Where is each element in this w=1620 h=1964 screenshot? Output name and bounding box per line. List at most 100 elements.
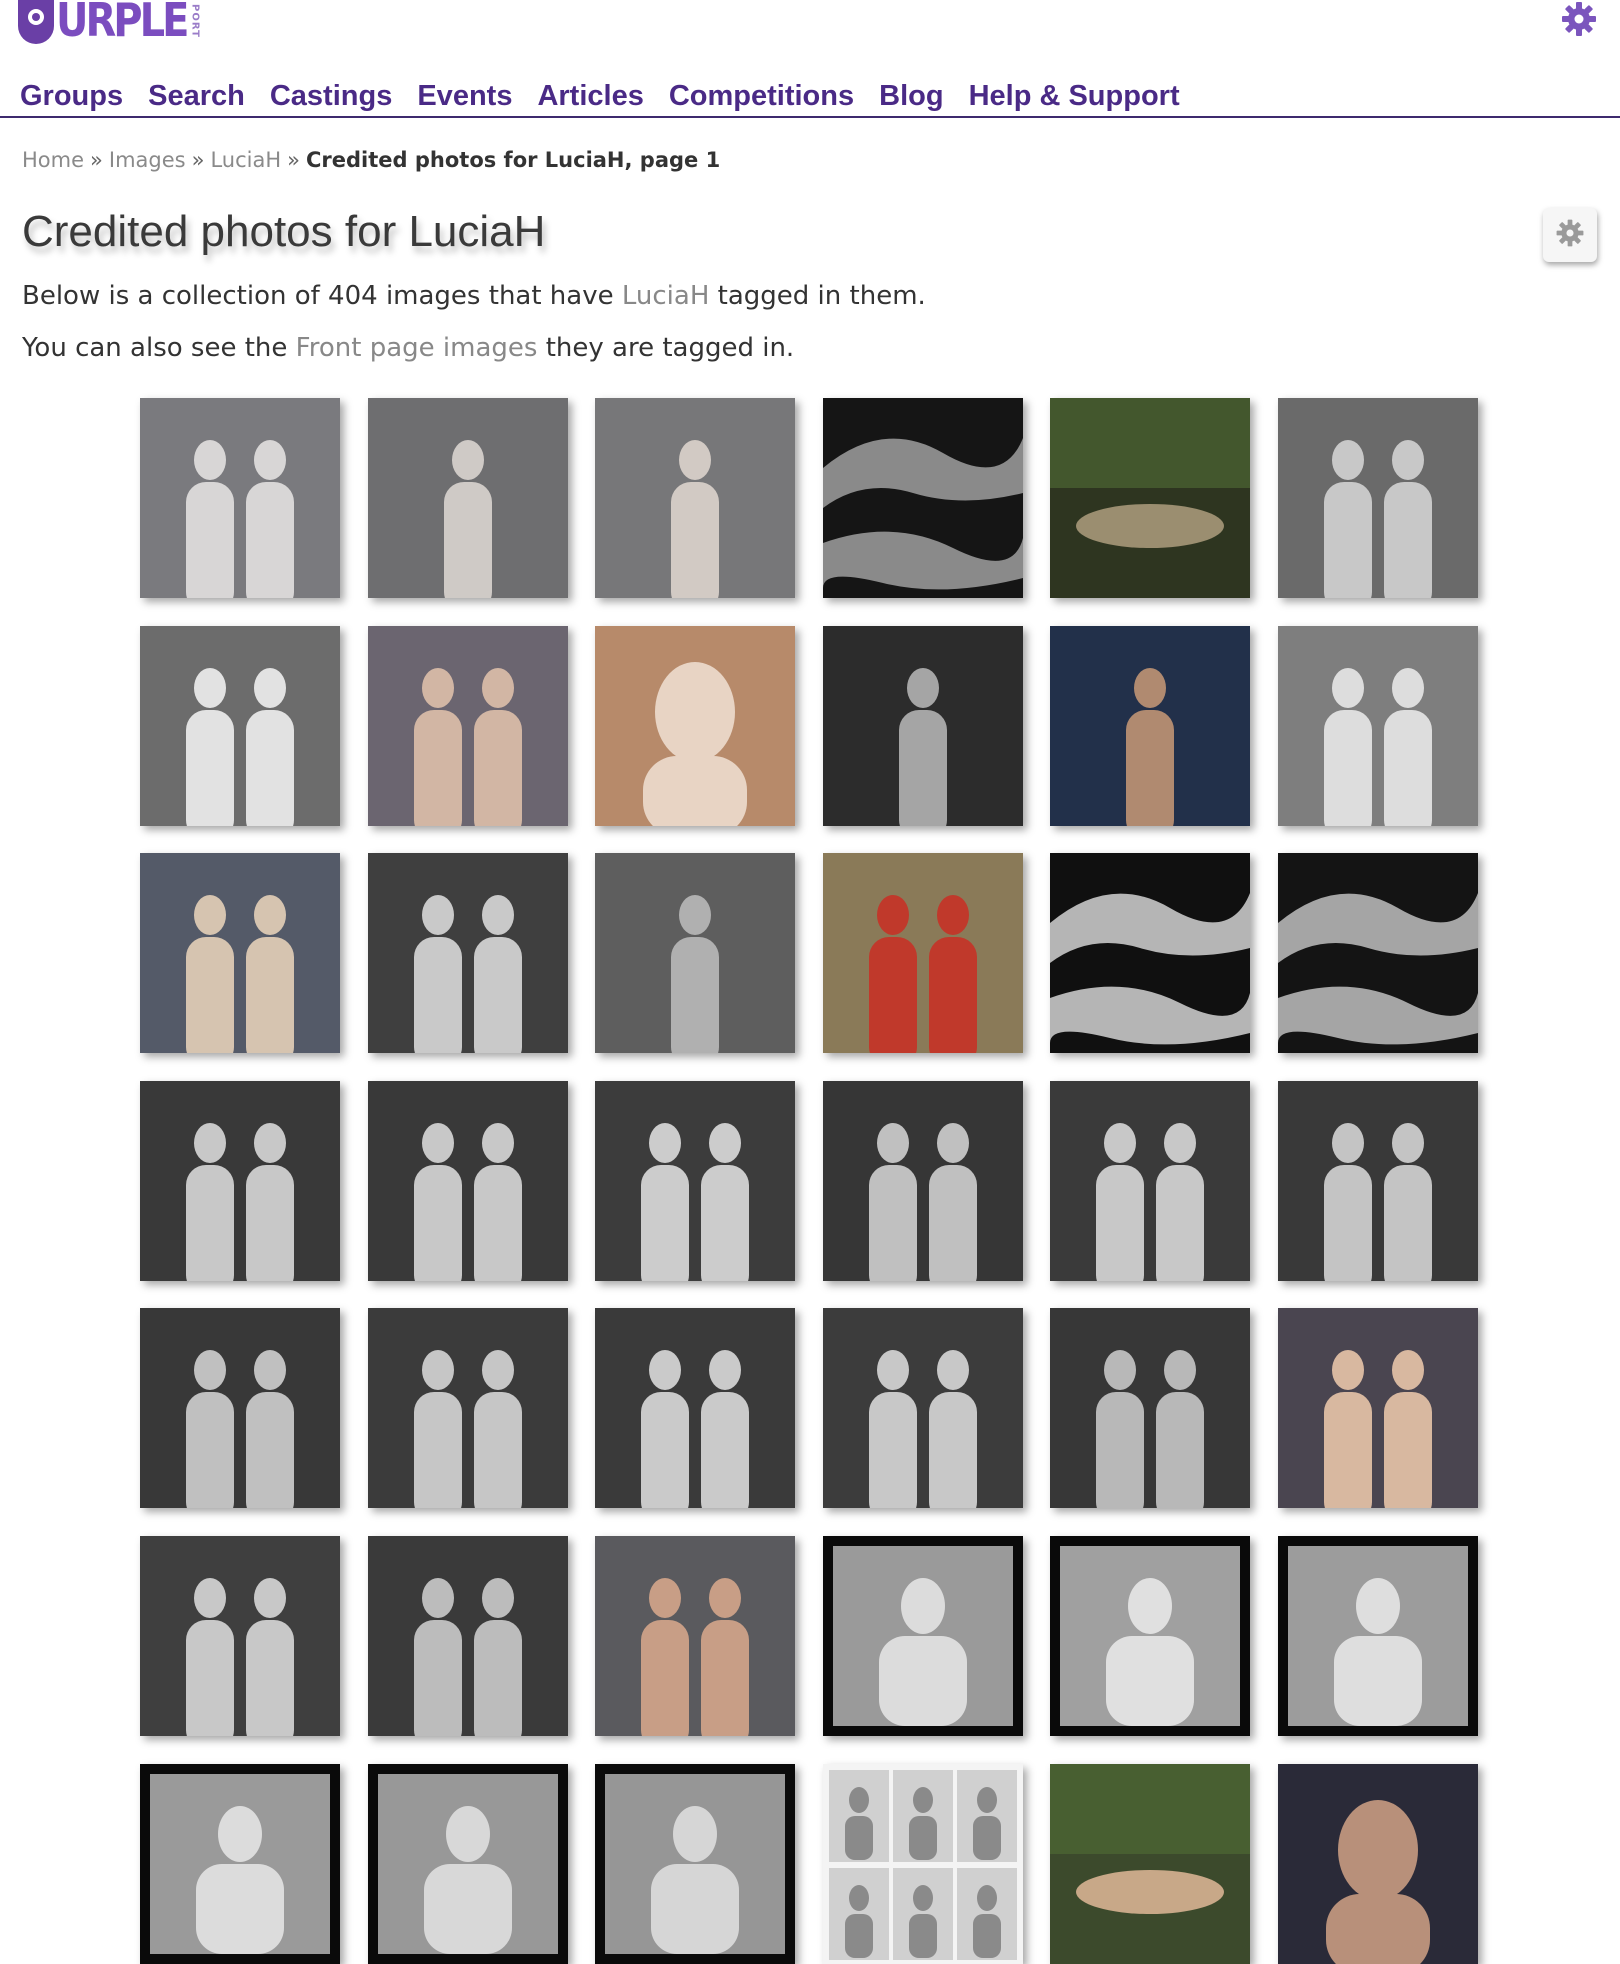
image-thumbnail[interactable] bbox=[1050, 398, 1251, 598]
image-thumbnail[interactable] bbox=[822, 853, 1023, 1054]
nav-groups[interactable]: Groups bbox=[20, 75, 123, 117]
image-thumbnail[interactable] bbox=[1277, 398, 1478, 598]
image-thumbnail[interactable] bbox=[367, 1308, 568, 1509]
image-thumbnail[interactable] bbox=[367, 853, 568, 1054]
image-thumbnail[interactable] bbox=[140, 625, 340, 826]
breadcrumb-current: Credited photos for LuciaH, page 1 bbox=[306, 148, 721, 172]
image-thumbnail[interactable] bbox=[595, 398, 796, 598]
site-header: URPLE PORT Groups Search Castings Events… bbox=[0, 0, 1620, 118]
thumbnail-image bbox=[367, 853, 568, 1054]
thumbnail-image bbox=[1050, 1763, 1251, 1964]
logo-p-icon bbox=[18, 0, 54, 44]
thumbnail-image bbox=[1050, 625, 1251, 826]
image-thumbnail[interactable] bbox=[1277, 625, 1478, 826]
thumbnail-image bbox=[140, 853, 340, 1054]
thumbnail-image bbox=[140, 625, 340, 826]
image-thumbnail[interactable] bbox=[822, 1080, 1023, 1281]
page-settings-button[interactable] bbox=[1543, 208, 1597, 262]
nav-blog[interactable]: Blog bbox=[879, 75, 943, 117]
thumbnail-image bbox=[1277, 1535, 1478, 1736]
thumbnail-image bbox=[1050, 1080, 1251, 1281]
image-thumbnail[interactable] bbox=[822, 1308, 1023, 1509]
nav-castings[interactable]: Castings bbox=[270, 75, 392, 117]
intro-text: Below is a collection of 404 images that… bbox=[22, 281, 622, 311]
image-thumbnail[interactable] bbox=[140, 1535, 340, 1736]
breadcrumb-luciah[interactable]: LuciaH bbox=[210, 148, 281, 172]
image-thumbnail[interactable] bbox=[595, 1763, 796, 1964]
intro-text: tagged in them. bbox=[709, 281, 926, 311]
thumbnail-image bbox=[822, 1308, 1023, 1509]
image-thumbnail[interactable] bbox=[1050, 853, 1251, 1054]
image-thumbnail[interactable] bbox=[367, 625, 568, 826]
nav-search[interactable]: Search bbox=[148, 75, 245, 117]
image-thumbnail[interactable] bbox=[1050, 1535, 1251, 1736]
thumbnail-image bbox=[822, 625, 1023, 826]
image-thumbnail[interactable] bbox=[1277, 853, 1478, 1054]
thumbnail-image bbox=[1277, 1763, 1478, 1964]
front-page-images-link[interactable]: Front page images bbox=[296, 333, 538, 363]
thumbnail-image bbox=[595, 1308, 796, 1509]
image-thumbnail[interactable] bbox=[1277, 1763, 1478, 1964]
image-thumbnail[interactable] bbox=[595, 625, 796, 826]
thumbnail-image bbox=[367, 1308, 568, 1509]
image-thumbnail[interactable] bbox=[1277, 1535, 1478, 1736]
image-thumbnail[interactable] bbox=[140, 398, 340, 598]
image-thumbnail[interactable] bbox=[822, 398, 1023, 598]
image-thumbnail[interactable] bbox=[140, 1308, 340, 1509]
breadcrumb-home[interactable]: Home bbox=[22, 148, 84, 172]
image-thumbnail[interactable] bbox=[1050, 1080, 1251, 1281]
thumbnail-image bbox=[1050, 853, 1251, 1054]
gear-icon[interactable] bbox=[1560, 0, 1598, 38]
image-thumbnail[interactable] bbox=[140, 1763, 340, 1964]
image-thumbnail[interactable] bbox=[367, 1763, 568, 1964]
thumbnail-image bbox=[595, 625, 796, 826]
site-logo[interactable]: URPLE PORT bbox=[18, 0, 200, 46]
main-nav: Groups Search Castings Events Articles C… bbox=[20, 75, 1205, 117]
breadcrumb-separator: » bbox=[287, 148, 300, 172]
image-thumbnail[interactable] bbox=[822, 1763, 1023, 1964]
image-thumbnail[interactable] bbox=[822, 625, 1023, 826]
intro-count-text: Below is a collection of 404 images that… bbox=[22, 279, 926, 313]
image-thumbnail[interactable] bbox=[595, 1535, 796, 1736]
intro-text: You can also see the bbox=[22, 333, 296, 363]
image-thumbnail[interactable] bbox=[1050, 1763, 1251, 1964]
nav-events[interactable]: Events bbox=[417, 75, 512, 117]
image-thumbnail[interactable] bbox=[1050, 1308, 1251, 1509]
intro-text: they are tagged in. bbox=[537, 333, 795, 363]
image-thumbnail[interactable] bbox=[595, 853, 796, 1054]
breadcrumb-separator: » bbox=[90, 148, 103, 172]
logo-subtext: PORT bbox=[189, 4, 201, 38]
image-thumbnail[interactable] bbox=[595, 1080, 796, 1281]
breadcrumb-separator: » bbox=[191, 148, 205, 172]
image-thumbnail[interactable] bbox=[140, 1080, 340, 1281]
gear-icon bbox=[1555, 218, 1585, 252]
logo-text: URPLE bbox=[56, 0, 189, 48]
thumbnail-image bbox=[1277, 853, 1478, 1054]
thumbnail-image bbox=[1277, 398, 1478, 598]
image-thumbnail[interactable] bbox=[822, 1535, 1023, 1736]
thumbnail-image bbox=[822, 1080, 1023, 1281]
image-thumbnail[interactable] bbox=[367, 398, 568, 598]
breadcrumb-images[interactable]: Images bbox=[109, 148, 186, 172]
thumbnail-image bbox=[595, 1535, 796, 1736]
thumbnail-image bbox=[1277, 1308, 1478, 1509]
nav-articles[interactable]: Articles bbox=[537, 75, 643, 117]
image-thumbnail[interactable] bbox=[140, 853, 340, 1054]
thumbnail-image bbox=[1277, 625, 1478, 826]
thumbnail-image bbox=[822, 1763, 1023, 1964]
image-thumbnail[interactable] bbox=[1277, 1080, 1478, 1281]
image-thumbnail[interactable] bbox=[367, 1535, 568, 1736]
image-thumbnail[interactable] bbox=[1277, 1308, 1478, 1509]
image-thumbnail[interactable] bbox=[595, 1308, 796, 1509]
thumbnail-image bbox=[822, 1535, 1023, 1736]
nav-help-support[interactable]: Help & Support bbox=[969, 75, 1180, 117]
thumbnail-image bbox=[140, 398, 340, 598]
image-thumbnail[interactable] bbox=[367, 1080, 568, 1281]
nav-competitions[interactable]: Competitions bbox=[669, 75, 854, 117]
thumbnail-image bbox=[140, 1308, 340, 1509]
luciah-profile-link[interactable]: LuciaH bbox=[622, 281, 710, 311]
thumbnail-image bbox=[822, 853, 1023, 1054]
image-thumbnail[interactable] bbox=[1050, 625, 1251, 826]
thumbnail-image bbox=[367, 398, 568, 598]
thumbnail-image bbox=[1050, 398, 1251, 598]
